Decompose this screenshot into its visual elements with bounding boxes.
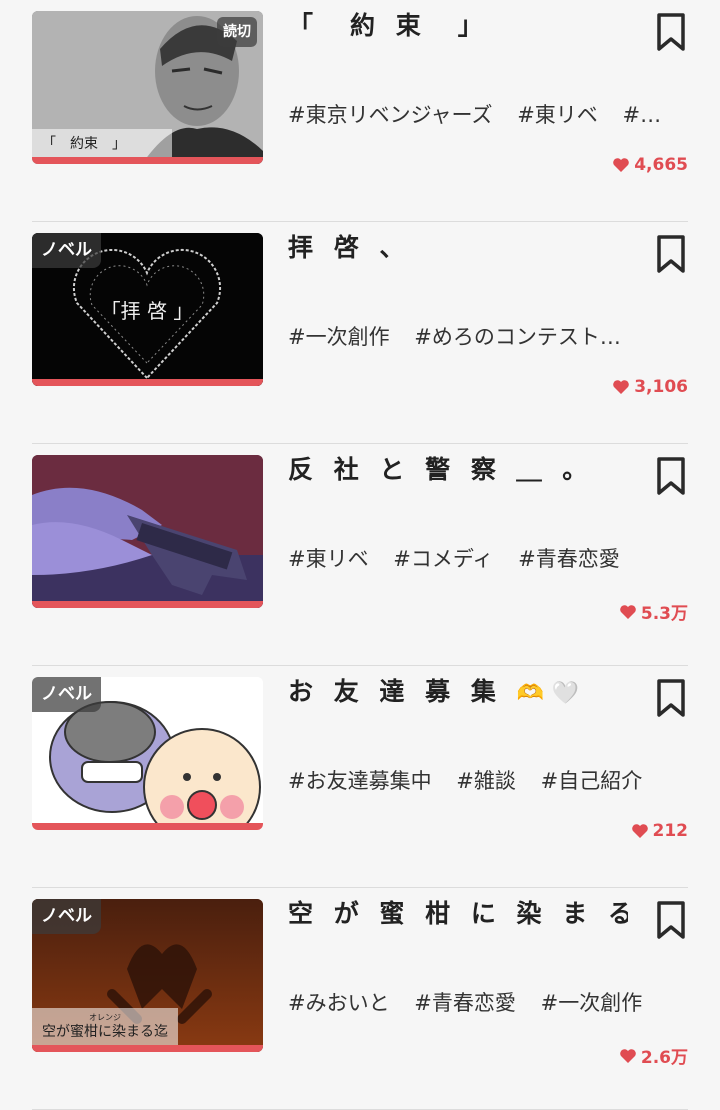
like-count-value: 2.6万: [640, 1048, 688, 1068]
story-title[interactable]: 「 約 束 」: [288, 8, 628, 44]
tag-link[interactable]: #青春恋愛: [518, 547, 620, 571]
story-title[interactable]: 反 社 と 警 察 ＿ 。: [288, 452, 628, 488]
bookmark-icon[interactable]: [654, 12, 688, 52]
tag-list: #一次創作 #めろのコンテスト…: [288, 322, 684, 352]
tag-link[interactable]: #お友達募集中: [288, 769, 432, 793]
heart-icon: [613, 158, 630, 172]
novel-badge: ノベル: [32, 677, 101, 712]
thumbnail-accent-bar: [32, 823, 263, 830]
story-thumbnail[interactable]: ノベル: [32, 677, 263, 830]
tag-link[interactable]: #コメディ: [393, 547, 493, 571]
story-thumbnail[interactable]: 「拝 啓 」 ノベル: [32, 233, 263, 386]
list-item[interactable]: 読切 「 約束 」 「 約 束 」 #東京リベンジャーズ #東リベ #… 4,6…: [32, 0, 688, 222]
tag-link[interactable]: #東京リベンジャーズ: [288, 103, 493, 127]
like-count: 212: [631, 821, 689, 841]
story-title[interactable]: 空 が 蜜 柑 に 染 ま る 迄: [288, 896, 628, 932]
caption-ruby: オレンジ: [89, 1013, 121, 1022]
story-title[interactable]: 拝 啓 、: [288, 230, 628, 266]
story-thumbnail[interactable]: 読切 「 約束 」: [32, 11, 263, 164]
like-count-value: 5.3万: [640, 604, 688, 624]
list-item[interactable]: ノベル オレンジ 空が蜜柑に染まる迄 空 が 蜜 柑 に 染 ま る 迄 #みお…: [32, 888, 688, 1110]
tag-link[interactable]: #一次創作: [288, 325, 390, 349]
novel-badge: ノベル: [32, 233, 101, 268]
list-item[interactable]: 反 社 と 警 察 ＿ 。 #東リベ #コメディ #青春恋愛 5.3万: [32, 444, 688, 666]
like-count: 2.6万: [619, 1043, 688, 1068]
thumbnail-illustration: [32, 455, 263, 608]
tag-link[interactable]: #一次創作: [541, 991, 643, 1015]
story-thumbnail[interactable]: [32, 455, 263, 608]
svg-text:「拝 啓 」: 「拝 啓 」: [101, 299, 194, 323]
like-count-value: 3,106: [634, 377, 688, 397]
heart-icon: [620, 604, 636, 619]
like-count: 4,665: [612, 155, 688, 175]
caption-text: 空が蜜柑に染まる迄: [42, 1024, 168, 1040]
heart-icon: [631, 824, 648, 838]
tag-link[interactable]: #自己紹介: [541, 769, 643, 793]
tag-list: #東リベ #コメディ #青春恋愛: [288, 544, 684, 574]
tag-link[interactable]: #青春恋愛: [414, 991, 516, 1015]
tag-link[interactable]: #みおいと: [288, 991, 390, 1015]
tag-list: #お友達募集中 #雑談 #自己紹介: [288, 766, 684, 796]
thumbnail-accent-bar: [32, 157, 263, 164]
thumbnail-accent-bar: [32, 379, 263, 386]
thumbnail-accent-bar: [32, 1045, 263, 1052]
oneshot-badge: 読切: [217, 17, 257, 47]
bookmark-icon[interactable]: [654, 456, 688, 496]
title-emoji: 🫶 🤍: [516, 681, 579, 706]
novel-badge: ノベル: [32, 899, 101, 934]
like-count: 3,106: [612, 377, 688, 397]
tag-link[interactable]: #雑談: [456, 769, 516, 793]
list-item[interactable]: ノベル お 友 達 募 集 🫶 🤍 #お友達募集中 #雑談 #自己紹介 212: [32, 666, 688, 888]
story-title-text: お 友 達 募 集: [288, 677, 502, 706]
tag-list: #東京リベンジャーズ #東リベ #…: [288, 100, 684, 130]
tag-link[interactable]: #東リベ: [288, 547, 369, 571]
bookmark-icon[interactable]: [654, 234, 688, 274]
story-list: 読切 「 約束 」 「 約 束 」 #東京リベンジャーズ #東リベ #… 4,6…: [0, 0, 720, 1110]
tag-link[interactable]: #めろのコンテスト…: [414, 325, 621, 349]
bookmark-icon[interactable]: [654, 900, 688, 940]
thumbnail-caption: オレンジ 空が蜜柑に染まる迄: [32, 1008, 178, 1045]
story-thumbnail[interactable]: ノベル オレンジ 空が蜜柑に染まる迄: [32, 899, 263, 1052]
heart-icon: [620, 1048, 636, 1063]
caption-text: 「 約束 」: [42, 136, 126, 152]
like-count-value: 4,665: [634, 155, 688, 175]
tag-list: #みおいと #青春恋愛 #一次創作: [288, 988, 684, 1018]
thumbnail-caption: 「 約束 」: [32, 129, 172, 157]
tag-link[interactable]: #東リベ: [517, 103, 598, 127]
list-item[interactable]: 「拝 啓 」 ノベル 拝 啓 、 #一次創作 #めろのコンテスト… 3,106: [32, 222, 688, 444]
story-title[interactable]: お 友 達 募 集 🫶 🤍: [288, 674, 628, 712]
like-count: 5.3万: [619, 599, 688, 624]
like-count-value: 212: [652, 821, 689, 841]
heart-icon: [613, 380, 630, 394]
bookmark-icon[interactable]: [654, 678, 688, 718]
tag-link[interactable]: #…: [622, 103, 661, 127]
thumbnail-accent-bar: [32, 601, 263, 608]
